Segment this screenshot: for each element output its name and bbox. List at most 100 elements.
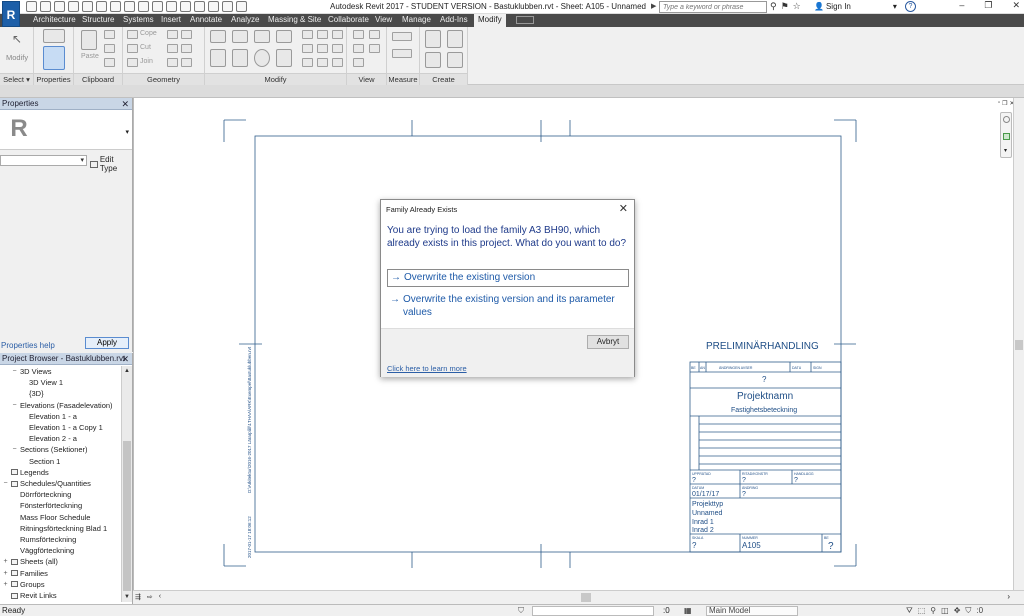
collapse-icon[interactable]: − xyxy=(2,480,9,487)
tree-item[interactable]: Mass Floor Schedule xyxy=(11,512,90,523)
close-icon[interactable]: ✕ xyxy=(1012,0,1020,11)
select-links-icon[interactable]: ⛛ xyxy=(906,606,913,616)
expand-search-icon[interactable]: ▶ xyxy=(651,2,656,10)
tree-item[interactable]: {3D} xyxy=(20,388,44,399)
tree-item[interactable]: Rumsförteckning xyxy=(11,534,76,545)
tree-item[interactable]: − Sections (Sektioner) xyxy=(11,444,87,455)
tab-analyze[interactable]: Analyze xyxy=(231,15,259,24)
tab-annotate[interactable]: Annotate xyxy=(190,15,222,24)
thin-lines-icon[interactable] xyxy=(194,1,205,12)
section-icon[interactable] xyxy=(180,1,191,12)
binoculars-icon[interactable]: ⚲ xyxy=(770,1,777,12)
navigation-bar[interactable]: ▾ xyxy=(1000,112,1012,158)
scroll-thumb[interactable] xyxy=(123,441,131,591)
edit-type-button[interactable]: Edit Type xyxy=(90,155,132,173)
match-type-icon[interactable] xyxy=(104,58,115,67)
restore-icon[interactable]: ❐ xyxy=(984,0,992,11)
overwrite-with-parameters-option[interactable]: → Overwrite the existing version and its … xyxy=(387,293,629,321)
minimize-icon[interactable]: – xyxy=(959,0,964,11)
scroll-thumb[interactable] xyxy=(581,593,591,602)
type-properties-icon[interactable] xyxy=(43,29,65,43)
split-gap-icon[interactable] xyxy=(317,30,328,39)
aligned-dimension-icon[interactable] xyxy=(392,49,412,58)
apply-button[interactable]: Apply xyxy=(85,337,129,349)
close-icon[interactable]: ✕ xyxy=(121,353,129,365)
zoom-icon[interactable] xyxy=(1003,133,1010,140)
view-template-icon[interactable] xyxy=(369,44,380,53)
tree-item[interactable]: Fönsterförteckning xyxy=(11,500,82,511)
tree-item[interactable]: Elevation 1 - a Copy 1 xyxy=(20,422,103,433)
tree-item[interactable]: 3D View 1 xyxy=(20,377,63,388)
unpin-icon[interactable] xyxy=(332,30,343,39)
trim-icon[interactable] xyxy=(302,58,313,67)
close-icon[interactable]: ✕ xyxy=(121,98,129,110)
expand-icon[interactable]: + xyxy=(2,558,9,565)
tree-item[interactable]: Section 1 xyxy=(20,456,60,467)
tab-systems[interactable]: Systems xyxy=(123,15,154,24)
properties-help-link[interactable]: Properties help xyxy=(1,341,55,350)
worksharing-icon[interactable]: ⇶ xyxy=(135,593,141,601)
tree-item[interactable]: + Sheets (all) xyxy=(2,556,57,567)
scale-icon[interactable] xyxy=(317,44,328,53)
join-icon[interactable] xyxy=(127,58,138,67)
tree-item[interactable]: Dörrförteckning xyxy=(11,489,71,500)
tab-modify[interactable]: Modify xyxy=(474,14,506,27)
favorites-icon[interactable]: ☆ xyxy=(793,1,801,12)
chevron-down-icon[interactable]: ▾ xyxy=(1004,147,1007,154)
create-parts-icon[interactable] xyxy=(447,30,463,48)
learn-more-link[interactable]: Click here to learn more xyxy=(387,364,467,373)
filter-icon[interactable]: ⛉ xyxy=(518,606,524,616)
measure-icon[interactable] xyxy=(110,1,121,12)
tree-item[interactable]: Elevation 2 - a xyxy=(20,433,77,444)
sign-in-button[interactable]: 👤 Sign In ▾ xyxy=(814,2,897,11)
trim-extend-icon[interactable] xyxy=(276,49,292,67)
tab-massing-site[interactable]: Massing & Site xyxy=(268,15,321,24)
scroll-up-icon[interactable]: ▲ xyxy=(122,366,132,376)
application-menu-button[interactable]: R xyxy=(2,1,20,27)
help-icon[interactable]: ? xyxy=(905,1,916,12)
trim-single-icon[interactable] xyxy=(317,58,328,67)
print-icon[interactable] xyxy=(96,1,107,12)
delete-icon[interactable] xyxy=(332,58,343,67)
copy-icon[interactable] xyxy=(104,44,115,53)
modify-button[interactable]: Modify xyxy=(6,53,28,62)
save-icon[interactable] xyxy=(40,1,51,12)
pin-icon[interactable] xyxy=(332,44,343,53)
align-icon[interactable] xyxy=(210,30,226,43)
linework-icon[interactable] xyxy=(369,30,380,39)
tab-insert[interactable]: Insert xyxy=(161,15,181,24)
create-assembly-icon[interactable] xyxy=(425,30,441,48)
create-similar-icon[interactable] xyxy=(447,52,463,68)
tree-item[interactable]: + Families xyxy=(2,568,47,579)
select-underlay-icon[interactable]: ⬚ xyxy=(918,606,926,616)
scroll-right-icon[interactable]: › xyxy=(1007,592,1010,601)
scroll-down-icon[interactable]: ▼ xyxy=(122,592,132,602)
tree-item[interactable]: Ritningsförteckning Blad 1 xyxy=(11,523,107,534)
steering-wheel-icon[interactable] xyxy=(1003,116,1010,123)
collapse-icon[interactable]: − xyxy=(11,402,18,409)
sync-icon[interactable] xyxy=(54,1,65,12)
tab-view[interactable]: View xyxy=(375,15,392,24)
tag-icon[interactable] xyxy=(138,1,149,12)
mirror-draw-icon[interactable] xyxy=(276,30,292,43)
array-icon[interactable] xyxy=(302,44,313,53)
type-selector[interactable]: R ▾ xyxy=(0,110,132,150)
remove-paint-icon[interactable] xyxy=(181,58,192,67)
sun-path-icon[interactable]: ⇨ xyxy=(147,593,153,601)
tree-item[interactable]: Legends xyxy=(2,467,49,478)
tab-structure[interactable]: Structure xyxy=(82,15,114,24)
switch-windows-icon[interactable] xyxy=(222,1,233,12)
tab-collaborate[interactable]: Collaborate xyxy=(328,15,369,24)
copy-element-icon[interactable] xyxy=(232,49,248,67)
tab-architecture[interactable]: Architecture xyxy=(33,15,76,24)
tree-item[interactable]: Väggförteckning xyxy=(11,545,74,556)
visibility-icon[interactable] xyxy=(353,58,364,67)
editable-only-icon[interactable]: ▦ xyxy=(684,606,692,615)
expand-icon[interactable]: + xyxy=(2,581,9,588)
group-select-label[interactable]: Select ▾ xyxy=(0,73,33,85)
split-icon[interactable] xyxy=(302,30,313,39)
open-icon[interactable] xyxy=(26,1,37,12)
tree-item[interactable]: − Elevations (Fasadelevation) xyxy=(11,400,112,411)
subscription-icon[interactable]: ⚑ xyxy=(781,1,789,12)
tree-item[interactable]: Revit Links xyxy=(2,590,57,601)
